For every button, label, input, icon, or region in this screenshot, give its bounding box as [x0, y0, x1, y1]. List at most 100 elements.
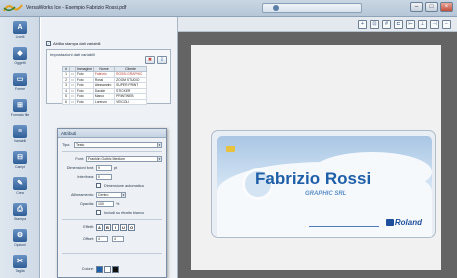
font-size-unit: pt [114, 166, 118, 170]
col-header-image[interactable]: Immagine [75, 66, 94, 72]
maximize-button[interactable]: □ [425, 2, 438, 12]
effect-underline-button[interactable]: U [120, 224, 127, 231]
alignment-row: Allineamento: Centro ▾ [58, 191, 168, 199]
fit-page-icon[interactable]: ⊡ [370, 20, 379, 29]
color-swatch-white[interactable] [104, 266, 111, 273]
opacity-row: Opacità: 100 % [58, 200, 168, 208]
enable-variable-print-checkbox[interactable]: ✓ [46, 41, 51, 46]
zoom-in-icon[interactable]: + [358, 20, 367, 29]
zoom-out-icon[interactable]: − [442, 20, 451, 29]
import-data-button[interactable]: ⇩ [157, 56, 167, 64]
font-label: Font: [75, 157, 84, 161]
opacity-unit: % [116, 202, 120, 206]
font-size-label: Dimensioni font: [66, 166, 94, 170]
gear-icon: ⚙ [13, 229, 27, 242]
line-spacing-input[interactable]: 0 [96, 174, 112, 180]
rail-item-taglia[interactable]: ✂ Taglia [3, 255, 37, 273]
workspace-canvas[interactable]: Fabrizio Rossi GRAPHIC SRL Roland [178, 32, 457, 278]
ruler-icon[interactable]: ⊏ [394, 20, 403, 29]
minimize-button[interactable]: – [410, 2, 423, 12]
pencil-icon: ✎ [13, 177, 27, 190]
print-page[interactable]: Fabrizio Rossi GRAPHIC SRL Roland [191, 45, 441, 270]
slider-handle-icon[interactable] [273, 5, 279, 11]
chevron-down-icon: ▾ [157, 157, 161, 161]
roland-logo-text: Roland [394, 218, 422, 227]
type-label: Tipo: [62, 143, 71, 147]
app-logo-icon [3, 4, 23, 12]
rail-label: Formato file [10, 113, 30, 117]
card-selection-marker-icon [226, 146, 235, 152]
business-card[interactable]: Fabrizio Rossi GRAPHIC SRL Roland [211, 130, 436, 238]
rail-label: Campi [14, 165, 26, 169]
opacity-label: Opacità: [79, 202, 94, 206]
rail-item-campi[interactable]: ⊟ Campi [3, 151, 37, 169]
font-size-input[interactable]: 9 [96, 165, 112, 171]
scissors-icon: ✂ [13, 255, 27, 268]
include-white-row[interactable]: Includi su ritratto bianco [58, 209, 168, 217]
auto-size-row[interactable]: Dimensione automatica [58, 182, 168, 190]
effect-outline-button[interactable]: A [96, 224, 103, 231]
offset-x-input[interactable]: 4 [96, 236, 108, 242]
effect-shadow-button[interactable]: O [128, 224, 135, 231]
divider [62, 253, 162, 254]
card-company-text[interactable]: GRAPHIC SRL [305, 191, 346, 197]
table-row[interactable]: 6 □ Foto Lorenzo VEICOLI [62, 98, 147, 105]
font-select[interactable]: Franklin Gothic Medium ▾ [86, 156, 162, 162]
divider [62, 219, 162, 220]
opacity-input[interactable]: 100 [96, 201, 114, 207]
effect-italic-button[interactable]: I [112, 224, 119, 231]
color-swatch-blue[interactable] [96, 266, 103, 273]
title-bar: VersaWorks Ice - Esempio Fabrizio Rossi.… [0, 0, 457, 17]
type-select[interactable]: Testo ▾ [74, 142, 162, 148]
offset-y-input[interactable]: 4 [112, 236, 124, 242]
rail-label: Oggetti [14, 61, 26, 65]
window-controls: – □ × [410, 2, 453, 12]
text-icon: A [13, 21, 27, 34]
variable-settings-group: Impostazioni dati variabili ✖ ⇩ # Immagi… [46, 49, 171, 105]
attributes-title[interactable]: Attributi [58, 129, 166, 138]
shapes-icon: ▭ [13, 73, 27, 86]
alignment-select[interactable]: Centro ▾ [96, 192, 126, 198]
tool-rail: A Livelli ◆ Oggetti ▭ Forme ⊞ Formato fi… [0, 17, 40, 278]
view-toolbar: + ⊡ # ⊏ ⊢ ⊥ ⊣ − [178, 17, 457, 32]
card-name-text[interactable]: Fabrizio Rossi [255, 169, 371, 189]
rail-label: Variabili [13, 139, 27, 143]
chevron-down-icon: ▾ [157, 143, 161, 147]
file-format-icon: ⊞ [13, 99, 27, 112]
rail-label: Taglia [15, 269, 25, 273]
rail-item-stampa[interactable]: ⎙ Stampa [3, 203, 37, 221]
objects-icon: ◆ [13, 47, 27, 60]
align-right-icon[interactable]: ⊣ [430, 20, 439, 29]
color-row: Colore: [58, 265, 168, 275]
variable-data-table: # Immagine Nome Cliente 1 □ Foto Fabrizi… [62, 66, 147, 105]
card-background: Fabrizio Rossi GRAPHIC SRL Roland [217, 136, 432, 237]
delete-record-button[interactable]: ✖ [145, 56, 155, 64]
rail-item-variabili[interactable]: ≡ Variabili [3, 125, 37, 143]
align-center-icon[interactable]: ⊥ [418, 20, 427, 29]
window-title: VersaWorks Ice - Esempio Fabrizio Rossi.… [26, 5, 127, 11]
include-white-checkbox[interactable] [96, 210, 101, 215]
grid-icon[interactable]: # [382, 20, 391, 29]
printer-icon: ⎙ [13, 203, 27, 216]
close-button[interactable]: × [440, 2, 453, 12]
enable-variable-print-label: Abilita stampa dati variabili [53, 41, 101, 46]
rail-item-oggetti[interactable]: ◆ Oggetti [3, 47, 37, 65]
effects-label: Effetti: [83, 225, 94, 229]
rail-item-livelli[interactable]: A Livelli [3, 21, 37, 39]
effect-bold-button[interactable]: B [104, 224, 111, 231]
align-left-icon[interactable]: ⊢ [406, 20, 415, 29]
rail-item-formato[interactable]: ⊞ Formato file [3, 99, 37, 117]
color-swatch-black[interactable] [112, 266, 119, 273]
auto-size-label: Dimensione automatica [104, 184, 144, 188]
rail-item-opzioni[interactable]: ⚙ Opzioni [3, 229, 37, 247]
enable-variable-print-row[interactable]: ✓ Abilita stampa dati variabili [46, 41, 100, 46]
offset-label: Offset: [82, 237, 94, 241]
chevron-down-icon: ▾ [121, 193, 125, 197]
auto-size-checkbox[interactable] [96, 183, 101, 188]
divider [62, 151, 162, 152]
rail-item-crea[interactable]: ✎ Crea [3, 177, 37, 195]
rail-item-forme[interactable]: ▭ Forme [3, 73, 37, 91]
card-divider-line [309, 226, 379, 227]
variables-icon: ≡ [13, 125, 27, 138]
zoom-slider[interactable] [262, 3, 362, 13]
